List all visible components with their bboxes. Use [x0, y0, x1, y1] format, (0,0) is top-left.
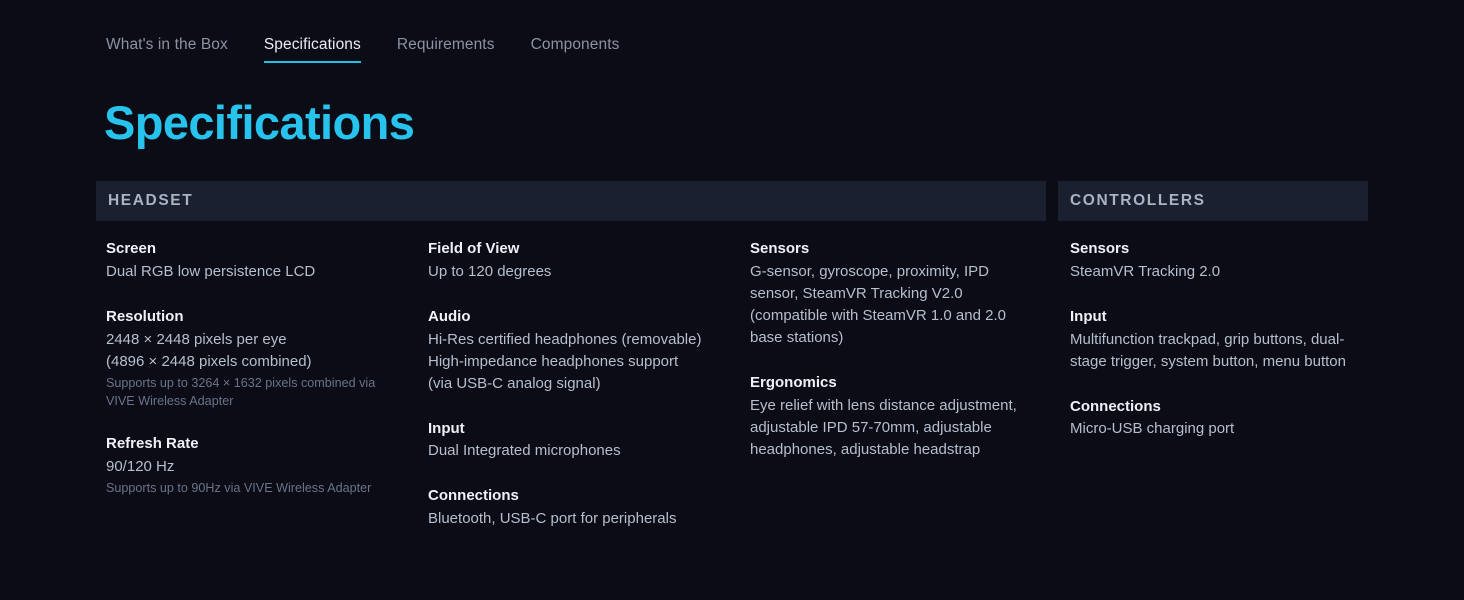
spec-item: SensorsG-sensor, gyroscope, proximity, I… — [750, 238, 1040, 349]
spec-column-1: ScreenDual RGB low persistence LCD Resolu… — [106, 238, 406, 498]
spec-value: Micro-USB charging port — [1070, 418, 1375, 440]
spec-item: ErgonomicsEye relief with lens distance … — [750, 372, 1040, 461]
section-header-headset: HEADSET — [96, 181, 1046, 221]
spec-note: Supports up to 3264 × 1632 pixels combin… — [106, 375, 406, 411]
spec-value: Multifunction trackpad, grip buttons, du… — [1070, 329, 1375, 373]
spec-label: Connections — [1070, 396, 1375, 418]
spec-label: Connections — [428, 485, 728, 507]
spec-label: Refresh Rate — [106, 433, 406, 455]
spec-label: Input — [428, 418, 728, 440]
spec-item: InputMultifunction trackpad, grip button… — [1070, 306, 1375, 373]
spec-label: Field of View — [428, 238, 728, 260]
spec-value: Hi-Res certified headphones (removable) … — [428, 329, 728, 395]
spec-label: Sensors — [750, 238, 1040, 260]
spec-value: Bluetooth, USB-C port for peripherals — [428, 508, 728, 530]
section-title-headset: HEADSET — [96, 192, 193, 210]
product-tab-bar: What's in the Box Specifications Require… — [106, 36, 655, 63]
spec-column-4: SensorsSteamVR Tracking 2.0 InputMultifun… — [1070, 238, 1375, 440]
spec-value: 2448 × 2448 pixels per eye (4896 × 2448 … — [106, 329, 406, 373]
section-title-controllers: CONTROLLERS — [1058, 192, 1206, 210]
spec-value: Dual RGB low persistence LCD — [106, 261, 406, 283]
section-header-controllers: CONTROLLERS — [1058, 181, 1368, 221]
spec-item: SensorsSteamVR Tracking 2.0 — [1070, 238, 1375, 283]
spec-item: Resolution2448 × 2448 pixels per eye (48… — [106, 306, 406, 411]
spec-value: 90/120 Hz — [106, 456, 406, 478]
tab-specifications[interactable]: Specifications — [264, 36, 361, 63]
spec-label: Input — [1070, 306, 1375, 328]
spec-value: SteamVR Tracking 2.0 — [1070, 261, 1375, 283]
spec-item: AudioHi-Res certified headphones (remova… — [428, 306, 728, 395]
spec-label: Ergonomics — [750, 372, 1040, 394]
specifications-page: What's in the Box Specifications Require… — [0, 0, 1464, 600]
spec-item: ScreenDual RGB low persistence LCD — [106, 238, 406, 283]
tab-whats-in-the-box[interactable]: What's in the Box — [106, 36, 228, 63]
spec-label: Resolution — [106, 306, 406, 328]
spec-value: Dual Integrated microphones — [428, 440, 728, 462]
spec-column-3: SensorsG-sensor, gyroscope, proximity, I… — [750, 238, 1040, 461]
spec-label: Audio — [428, 306, 728, 328]
spec-value: Eye relief with lens distance adjustment… — [750, 395, 1040, 461]
page-title: Specifications — [104, 98, 414, 147]
spec-note: Supports up to 90Hz via VIVE Wireless Ad… — [106, 480, 406, 498]
tab-requirements[interactable]: Requirements — [397, 36, 495, 63]
spec-column-2: Field of ViewUp to 120 degrees AudioHi-Re… — [428, 238, 728, 530]
spec-label: Screen — [106, 238, 406, 260]
spec-item: ConnectionsBluetooth, USB-C port for per… — [428, 485, 728, 530]
tab-components[interactable]: Components — [531, 36, 620, 63]
spec-value: Up to 120 degrees — [428, 261, 728, 283]
spec-value: G-sensor, gyroscope, proximity, IPD sens… — [750, 261, 1040, 349]
spec-item: ConnectionsMicro-USB charging port — [1070, 396, 1375, 441]
spec-label: Sensors — [1070, 238, 1375, 260]
spec-item: Refresh Rate90/120 Hz Supports up to 90Hz… — [106, 433, 406, 498]
spec-item: InputDual Integrated microphones — [428, 418, 728, 463]
spec-item: Field of ViewUp to 120 degrees — [428, 238, 728, 283]
